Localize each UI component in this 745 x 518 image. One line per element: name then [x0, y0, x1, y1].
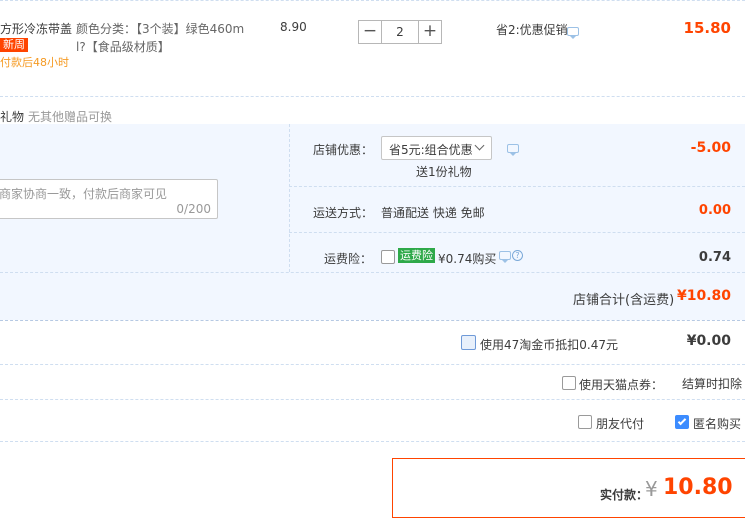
- coins-amount: ¥0.00: [686, 333, 731, 349]
- quantity-input[interactable]: 2: [381, 20, 419, 44]
- item-subtotal: 15.80: [683, 19, 731, 37]
- divider: [289, 186, 745, 187]
- item-badge: 新周: [0, 38, 28, 52]
- message-textarea[interactable]: 商家协商一致，付款后商家可见 0/200: [0, 179, 218, 219]
- friend-pay-checkbox[interactable]: [578, 415, 592, 429]
- divider: [0, 320, 745, 321]
- sku-line-2: l?【食品级材质】: [76, 40, 170, 54]
- message-placeholder: 商家协商一致，付款后商家可见: [0, 187, 168, 201]
- shop-discount-select[interactable]: 省5元:组合优惠: [381, 136, 492, 160]
- quantity-minus-button[interactable]: −: [358, 20, 382, 44]
- payment-currency: ¥: [645, 477, 658, 501]
- shop-gift: 送1份礼物: [416, 165, 472, 179]
- payment-amount: 10.80: [663, 475, 733, 500]
- coins-label: 使用47淘金币抵扣0.47元: [480, 338, 618, 352]
- chevron-down-icon: [474, 140, 485, 151]
- delivery-amount: 0.00: [698, 203, 731, 218]
- shop-discount-select-value: 省5元:组合优惠: [389, 143, 473, 157]
- chat-icon[interactable]: [567, 27, 579, 39]
- friend-pay-label: 朋友代付: [596, 417, 645, 431]
- insurance-label: 运费险：: [324, 252, 373, 266]
- payment-label: 实付款：: [600, 488, 649, 502]
- anonymous-checkbox[interactable]: [675, 415, 689, 429]
- panel-divider: [289, 124, 290, 272]
- promo-text: 省2:优惠促销: [496, 23, 568, 37]
- help-icon[interactable]: ?: [512, 250, 523, 261]
- shop-discount-amount: -5.00: [690, 140, 731, 156]
- insurance-amount: 0.74: [698, 250, 731, 265]
- divider: [289, 232, 745, 233]
- shipping-note: 付款后48小时: [0, 56, 69, 69]
- quantity-plus-button[interactable]: +: [418, 20, 442, 44]
- gift-note: 无其他赠品可换: [28, 110, 113, 124]
- insurance-checkbox[interactable]: [381, 250, 395, 264]
- delivery-label: 运送方式：: [313, 206, 374, 220]
- insurance-text: ¥0.74购买: [438, 252, 497, 266]
- shop-total-label: 店铺合计(含运费): [573, 293, 675, 308]
- chat-icon[interactable]: [499, 251, 511, 263]
- gift-label: 礼物: [0, 110, 25, 124]
- item-title[interactable]: 方形冷冻带盖...: [0, 20, 72, 37]
- coupon-checkbox[interactable]: [562, 376, 576, 390]
- unit-price: 8.90: [280, 20, 307, 34]
- message-counter: 0/200: [176, 202, 211, 216]
- coupon-label: 使用天猫点券：: [579, 378, 664, 392]
- check-icon: [677, 416, 687, 426]
- coupon-value: 结算时扣除: [682, 377, 743, 391]
- anonymous-label: 匿名购买: [693, 417, 742, 431]
- divider: [0, 272, 745, 273]
- chat-icon[interactable]: [507, 144, 519, 156]
- coins-checkbox[interactable]: [461, 335, 476, 350]
- delivery-value: 普通配送 快递 免邮: [381, 206, 485, 220]
- shop-total-amount: ¥10.80: [676, 288, 731, 304]
- sku-line-1: 颜色分类：【3个装】绿色460m: [76, 22, 245, 36]
- insurance-badge: 运费险: [398, 248, 435, 263]
- payment-box: 实付款： ¥ 10.80: [392, 458, 745, 518]
- shop-discount-label: 店铺优惠：: [313, 143, 374, 157]
